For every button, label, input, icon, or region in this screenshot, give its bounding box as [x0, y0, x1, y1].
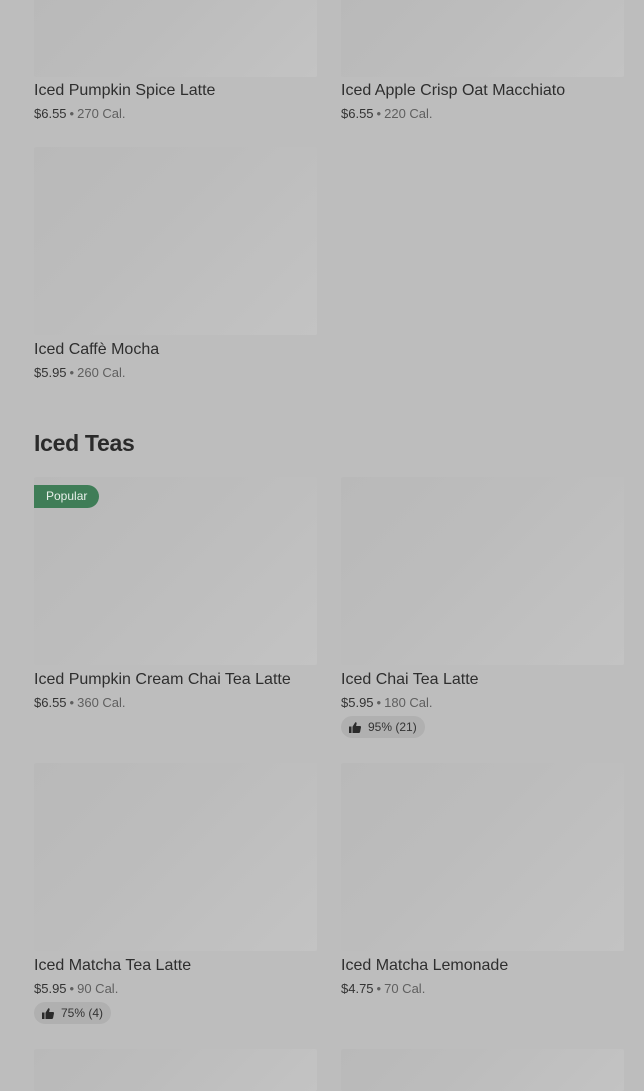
thumbs-up-icon — [42, 1007, 54, 1019]
item-name[interactable]: Iced Pumpkin Cream Chai Tea Latte — [34, 671, 317, 689]
item-price: $6.55 — [34, 106, 67, 121]
item-calories: 360 Cal. — [77, 695, 126, 710]
item-image[interactable] — [34, 1049, 317, 1091]
item-calories: 270 Cal. — [77, 106, 126, 121]
separator: • — [376, 695, 382, 710]
thumbs-up-icon — [349, 721, 361, 733]
item-name[interactable]: Iced Matcha Lemonade — [341, 957, 624, 975]
item-price-calories: $5.95 • 260 Cal. — [34, 365, 317, 380]
item-name[interactable]: Iced Caffè Mocha — [34, 341, 317, 359]
item-image[interactable] — [34, 147, 317, 335]
menu-item-card[interactable]: Iced Caffè Mocha $5.95 • 260 Cal. — [34, 147, 317, 380]
item-price: $5.95 — [34, 365, 67, 380]
item-price: $6.55 — [34, 695, 67, 710]
item-calories: 90 Cal. — [77, 981, 119, 996]
separator: • — [376, 106, 382, 121]
item-calories: 260 Cal. — [77, 365, 126, 380]
menu-item-card[interactable]: Iced Matcha Tea Latte $5.95 • 90 Cal. 75% … — [34, 763, 317, 1024]
item-image[interactable]: Popular — [34, 477, 317, 665]
rating-pill: 75% (4) — [34, 1002, 112, 1024]
item-price-calories: $6.55 • 360 Cal. — [34, 695, 317, 710]
item-price: $4.75 — [341, 981, 374, 996]
item-name[interactable]: Iced Apple Crisp Oat Macchiato — [341, 82, 624, 100]
item-calories: 70 Cal. — [384, 981, 426, 996]
item-price: $5.95 — [341, 695, 374, 710]
item-name[interactable]: Iced Pumpkin Spice Latte — [34, 82, 317, 100]
menu-page: Iced Pumpkin Spice Latte $6.55 • 270 Cal. … — [0, 0, 644, 1091]
item-price: $5.95 — [34, 981, 67, 996]
separator: • — [69, 695, 75, 710]
rating-value: 75% (4) — [61, 1006, 104, 1020]
menu-item-card[interactable]: Iced Pumpkin Spice Latte $6.55 • 270 Cal. — [34, 0, 317, 121]
item-image[interactable] — [34, 0, 317, 77]
separator: • — [376, 981, 382, 996]
item-image[interactable] — [34, 763, 317, 951]
section-title-iced-teas: Iced Teas — [34, 430, 135, 456]
item-calories: 220 Cal. — [384, 106, 433, 121]
menu-item-card[interactable]: Iced Apple Crisp Oat Macchiato $6.55 • 220… — [341, 0, 624, 121]
item-price-calories: $5.95 • 180 Cal. — [341, 695, 624, 710]
item-image[interactable] — [341, 763, 624, 951]
item-name[interactable]: Iced Matcha Tea Latte — [34, 957, 317, 975]
item-name[interactable]: Iced Chai Tea Latte — [341, 671, 624, 689]
item-price-calories: $5.95 • 90 Cal. — [34, 981, 317, 996]
item-price-calories: $6.55 • 270 Cal. — [34, 106, 317, 121]
separator: • — [69, 365, 75, 380]
item-calories: 180 Cal. — [384, 695, 433, 710]
item-image[interactable] — [341, 0, 624, 77]
item-price-calories: $4.75 • 70 Cal. — [341, 981, 624, 996]
menu-item-card[interactable]: Iced Matcha Lemonade $4.75 • 70 Cal. — [341, 763, 624, 996]
rating-value: 95% (21) — [368, 720, 417, 734]
item-image[interactable] — [341, 1049, 624, 1091]
menu-item-card[interactable]: Popular Iced Pumpkin Cream Chai Tea Latt… — [34, 477, 317, 710]
item-price-calories: $6.55 • 220 Cal. — [341, 106, 624, 121]
popular-badge: Popular — [34, 485, 100, 508]
menu-item-card[interactable]: Iced Chai Tea Latte $5.95 • 180 Cal. 95% (… — [341, 477, 624, 738]
item-price: $6.55 — [341, 106, 374, 121]
menu-item-card[interactable] — [341, 1049, 624, 1091]
item-image[interactable] — [341, 477, 624, 665]
rating-pill: 95% (21) — [341, 716, 425, 738]
menu-item-card[interactable] — [34, 1049, 317, 1091]
separator: • — [69, 981, 75, 996]
separator: • — [69, 106, 75, 121]
